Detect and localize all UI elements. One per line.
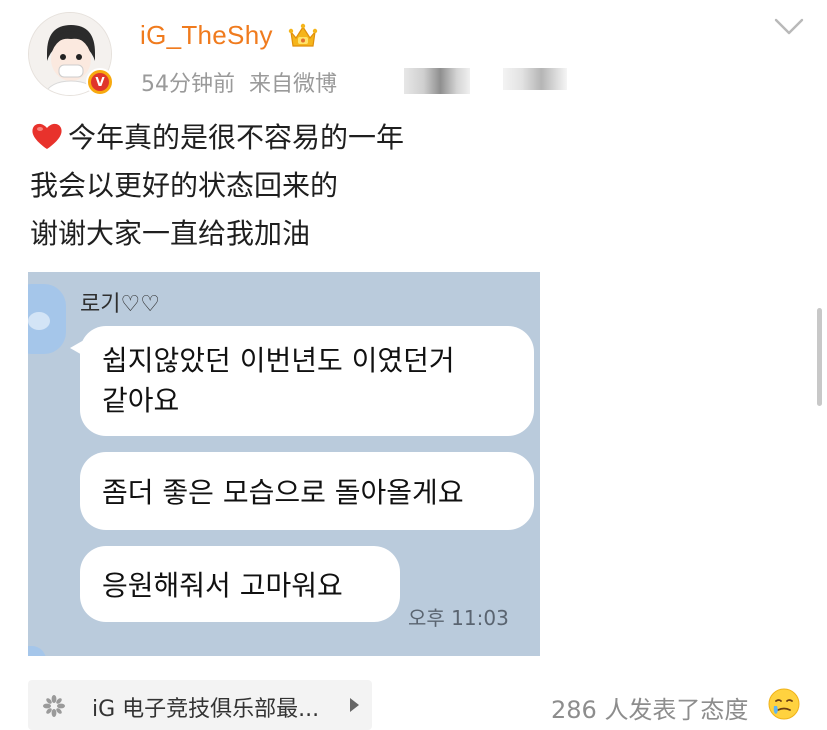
post-line: 今年真的是很不容易的一年 xyxy=(30,114,404,162)
blurred-region xyxy=(404,68,470,94)
post-line: 谢谢大家一直给我加油 xyxy=(30,217,311,250)
chevron-down-icon[interactable] xyxy=(774,18,804,36)
scrollbar[interactable] xyxy=(817,308,822,406)
chat-time: 오후 11:03 xyxy=(408,606,509,630)
chat-screenshot-image[interactable]: 로기♡♡ 쉽지않았던 이번년도 이였던거 같아요 좀더 좋은 모습으로 돌아올게… xyxy=(28,272,540,656)
react-emoji-icon[interactable] xyxy=(768,688,800,720)
chat-avatar xyxy=(28,646,46,656)
chat-message: 쉽지않았던 이번년도 이였던거 같아요 xyxy=(102,344,455,417)
reactions-count[interactable]: 286 人发表了态度 xyxy=(551,690,748,725)
chat-message: 좀더 좋은 모습으로 돌아올게요 xyxy=(102,476,464,509)
source-link[interactable]: iG 电子竞技俱乐部最... xyxy=(28,680,372,730)
chat-bubble: 좀더 좋은 모습으로 돌아올게요 xyxy=(80,452,534,530)
verified-v-icon: V xyxy=(86,68,114,96)
chat-bubble: 쉽지않았던 이번년도 이였던거 같아요 xyxy=(70,326,534,436)
heart-emoji-icon xyxy=(32,123,62,149)
username[interactable]: iG_TheShy xyxy=(140,20,273,51)
chat-sender-name: 로기♡♡ xyxy=(80,292,160,317)
post-line: 我会以更好的状态回来的 xyxy=(30,169,339,202)
source-link-label: iG 电子竞技俱乐部最... xyxy=(92,697,320,722)
post-meta: 54分钟前 来自微博 xyxy=(141,66,337,98)
crown-icon xyxy=(288,23,318,47)
chat-avatar xyxy=(28,284,66,354)
chat-message: 응원해줘서 고마워요 xyxy=(102,569,343,602)
blurred-region xyxy=(503,68,567,90)
play-arrow-icon xyxy=(350,698,359,712)
post-timestamp: 54分钟前 xyxy=(141,72,235,97)
post-source: 来自微博 xyxy=(249,72,338,97)
pinwheel-icon xyxy=(43,695,65,717)
chat-bubble: 응원해줘서 고마워요 xyxy=(80,546,400,622)
post-text: 今年真的是很不容易的一年 我会以更好的状态回来的 谢谢大家一直给我加油 xyxy=(30,114,404,258)
